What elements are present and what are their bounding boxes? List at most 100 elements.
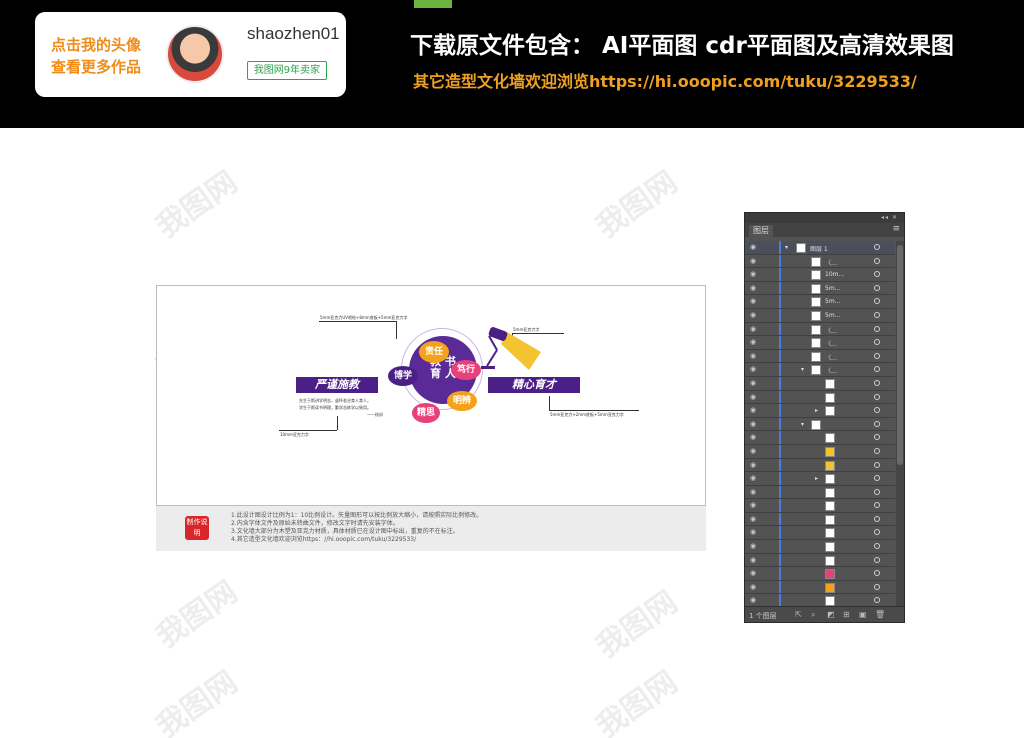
layer-list[interactable]: ◉ ▾ 图层 1 ◉ 〈... ◉ 10m... ◉ 5m... ◉ 5m... ◉ 5m... ◉ 〈..…: [745, 241, 895, 607]
layer-target-circle-icon[interactable]: [874, 556, 880, 563]
clipping-mask-icon[interactable]: ◩: [827, 610, 835, 619]
layer-row[interactable]: ◉: [745, 431, 895, 445]
visibility-eye-icon[interactable]: ◉: [750, 488, 756, 496]
author-name[interactable]: shaozhen01: [247, 24, 340, 44]
collapsed-chevron-icon[interactable]: ▸: [815, 407, 818, 414]
layer-row[interactable]: ◉: [745, 390, 895, 405]
layer-target-circle-icon[interactable]: [874, 488, 880, 495]
visibility-eye-icon[interactable]: ◉: [750, 339, 756, 346]
layer-name[interactable]: 5m...: [825, 285, 840, 292]
layer-target-circle-icon[interactable]: [874, 529, 880, 536]
expand-chevron-icon[interactable]: ▾: [801, 421, 804, 428]
visibility-eye-icon[interactable]: ◉: [750, 271, 756, 278]
visibility-eye-icon[interactable]: ◉: [750, 244, 756, 251]
visibility-eye-icon[interactable]: ◉: [750, 393, 756, 401]
collapsed-chevron-icon[interactable]: ▸: [815, 475, 818, 482]
visibility-eye-icon[interactable]: ◉: [750, 597, 756, 604]
visibility-eye-icon[interactable]: ◉: [750, 529, 756, 536]
layer-name[interactable]: 〈...: [825, 339, 837, 348]
layer-target-circle-icon[interactable]: [874, 447, 880, 454]
author-card[interactable]: 点击我的头像 查看更多作品 shaozhen01 我图网9年卖家: [35, 12, 346, 97]
layer-target-circle-icon[interactable]: [874, 420, 880, 427]
layer-row[interactable]: ◉ 10m...: [745, 268, 895, 282]
scroll-thumb[interactable]: [897, 245, 903, 465]
visibility-eye-icon[interactable]: ◉: [750, 284, 756, 292]
layer-row[interactable]: ◉ 5m...: [745, 308, 895, 323]
visibility-eye-icon[interactable]: ◉: [750, 515, 756, 523]
visibility-eye-icon[interactable]: ◉: [750, 570, 756, 577]
collapse-icon[interactable]: ◂◂ ✕: [881, 214, 898, 221]
visibility-eye-icon[interactable]: ◉: [750, 352, 756, 360]
layer-target-circle-icon[interactable]: [874, 339, 880, 346]
layer-target-circle-icon[interactable]: [874, 583, 880, 590]
layer-target-circle-icon[interactable]: [874, 461, 880, 468]
visibility-eye-icon[interactable]: ◉: [750, 502, 756, 509]
layer-row[interactable]: ◉: [745, 553, 895, 568]
layer-row[interactable]: ◉: [745, 458, 895, 473]
layer-target-circle-icon[interactable]: [874, 407, 880, 414]
layer-row[interactable]: ◉ 5m...: [745, 295, 895, 309]
layer-target-circle-icon[interactable]: [874, 502, 880, 509]
visibility-eye-icon[interactable]: ◉: [750, 556, 756, 564]
visibility-eye-icon[interactable]: ◉: [750, 325, 756, 333]
layer-row[interactable]: ◉: [745, 512, 895, 527]
layer-row[interactable]: ◉: [745, 499, 895, 513]
layer-row[interactable]: ◉: [745, 485, 895, 500]
visibility-eye-icon[interactable]: ◉: [750, 461, 756, 469]
visibility-eye-icon[interactable]: ◉: [750, 583, 756, 591]
layer-target-circle-icon[interactable]: [874, 325, 880, 332]
layer-target-circle-icon[interactable]: [874, 284, 880, 291]
layer-row[interactable]: ◉: [745, 526, 895, 541]
layer-target-circle-icon[interactable]: [874, 379, 880, 386]
layer-row-top[interactable]: ◉ ▾ 图层 1: [745, 241, 895, 255]
artboard[interactable]: 5mm亚克力UV喷绘+8mm底板+5mm亚克力字 5mm亚克力字 5mm亚克力+…: [156, 285, 706, 506]
layers-panel[interactable]: ◂◂ ✕ 图层 ≡ ◉ ▾ 图层 1 ◉ 〈... ◉ 10m... ◉ 5m... ◉ 5m...…: [744, 212, 905, 623]
layer-target-circle-icon[interactable]: [874, 352, 880, 359]
layer-row[interactable]: ◉ ▸: [745, 472, 895, 486]
visibility-eye-icon[interactable]: ◉: [750, 366, 756, 373]
author-cta[interactable]: 点击我的头像 查看更多作品: [51, 34, 161, 78]
layer-row[interactable]: ◉ ▸: [745, 404, 895, 418]
layer-target-circle-icon[interactable]: [874, 311, 880, 318]
search-icon[interactable]: ⌕: [811, 610, 815, 620]
layer-list-scrollbar[interactable]: [896, 241, 904, 607]
visibility-eye-icon[interactable]: ◉: [750, 475, 756, 482]
layer-row[interactable]: ◉ 〈...: [745, 322, 895, 337]
trash-icon[interactable]: 🗑: [875, 610, 885, 619]
visibility-eye-icon[interactable]: ◉: [750, 420, 756, 428]
avatar[interactable]: [166, 25, 224, 83]
layer-row[interactable]: ◉: [745, 376, 895, 391]
layer-name[interactable]: 10m...: [825, 271, 844, 278]
visibility-eye-icon[interactable]: ◉: [750, 311, 756, 319]
new-sublayer-icon[interactable]: ⊞: [843, 610, 850, 619]
layer-row[interactable]: ◉: [745, 580, 895, 595]
layer-row[interactable]: ◉: [745, 567, 895, 581]
visibility-eye-icon[interactable]: ◉: [750, 379, 756, 387]
layer-target-circle-icon[interactable]: [874, 244, 880, 250]
visibility-eye-icon[interactable]: ◉: [750, 434, 756, 441]
layer-row[interactable]: ◉ ▾ 〈...: [745, 363, 895, 377]
layer-target-circle-icon[interactable]: [874, 298, 880, 305]
layer-name[interactable]: 〈...: [825, 326, 837, 335]
layer-row[interactable]: ◉ 5m...: [745, 281, 895, 296]
layer-target-circle-icon[interactable]: [874, 366, 880, 373]
tab-layers[interactable]: 图层: [749, 225, 773, 237]
layer-row[interactable]: ◉ 〈...: [745, 336, 895, 350]
panel-titlebar[interactable]: ◂◂ ✕: [745, 213, 904, 223]
layer-target-circle-icon[interactable]: [874, 515, 880, 522]
layer-row[interactable]: ◉ 〈...: [745, 254, 895, 269]
layer-name[interactable]: 5m...: [825, 312, 840, 319]
export-icon[interactable]: ⇱: [795, 610, 802, 619]
layer-target-circle-icon[interactable]: [874, 543, 880, 550]
expand-chevron-icon[interactable]: ▾: [785, 244, 788, 251]
visibility-eye-icon[interactable]: ◉: [750, 447, 756, 455]
panel-menu-icon[interactable]: ≡: [892, 224, 900, 234]
layer-row[interactable]: ◉: [745, 540, 895, 554]
browse-more-link[interactable]: 其它造型文化墙欢迎浏览https://hi.ooopic.com/tuku/32…: [413, 68, 917, 92]
layer-row[interactable]: ◉ 〈...: [745, 349, 895, 364]
layer-target-circle-icon[interactable]: [874, 597, 880, 604]
layer-target-circle-icon[interactable]: [874, 393, 880, 400]
layer-row[interactable]: ◉: [745, 444, 895, 459]
visibility-eye-icon[interactable]: ◉: [750, 543, 756, 550]
layer-name[interactable]: 图层 1: [810, 244, 828, 253]
